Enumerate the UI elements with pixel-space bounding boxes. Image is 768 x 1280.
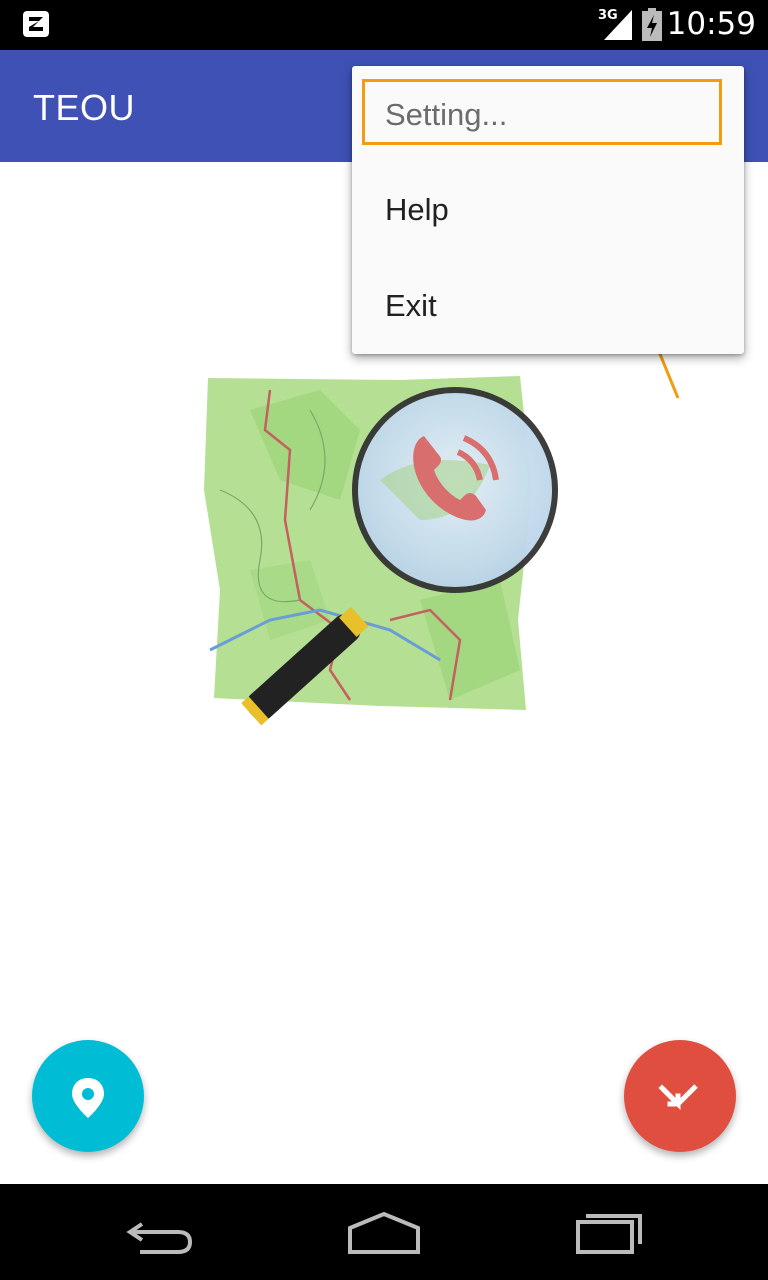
menu-item-label: Setting... — [385, 97, 508, 132]
signal-icon — [604, 10, 632, 40]
navigation-bar — [0, 1184, 768, 1280]
app-notification-icon — [23, 11, 49, 37]
menu-item-setting[interactable]: Setting... — [352, 66, 744, 162]
location-fab[interactable] — [32, 1040, 144, 1152]
clock: 10:59 — [666, 6, 756, 42]
map-magnifier-phone-logo — [204, 376, 558, 726]
back-icon[interactable] — [120, 1204, 200, 1260]
overflow-menu: Setting... Help Exit — [352, 66, 744, 354]
recents-icon[interactable] — [570, 1204, 650, 1260]
menu-item-help[interactable]: Help — [352, 162, 744, 258]
menu-item-label: Exit — [385, 288, 437, 323]
menu-item-exit[interactable]: Exit — [352, 258, 744, 354]
location-pin-icon — [72, 1078, 104, 1118]
battery-charging-icon — [642, 8, 662, 41]
status-bar: 3G 10:59 — [0, 0, 768, 50]
call-received-icon — [658, 1084, 698, 1111]
home-icon[interactable] — [344, 1204, 424, 1260]
app-title: TEOU — [33, 87, 136, 128]
menu-item-label: Help — [385, 192, 449, 227]
call-fab[interactable] — [624, 1040, 736, 1152]
